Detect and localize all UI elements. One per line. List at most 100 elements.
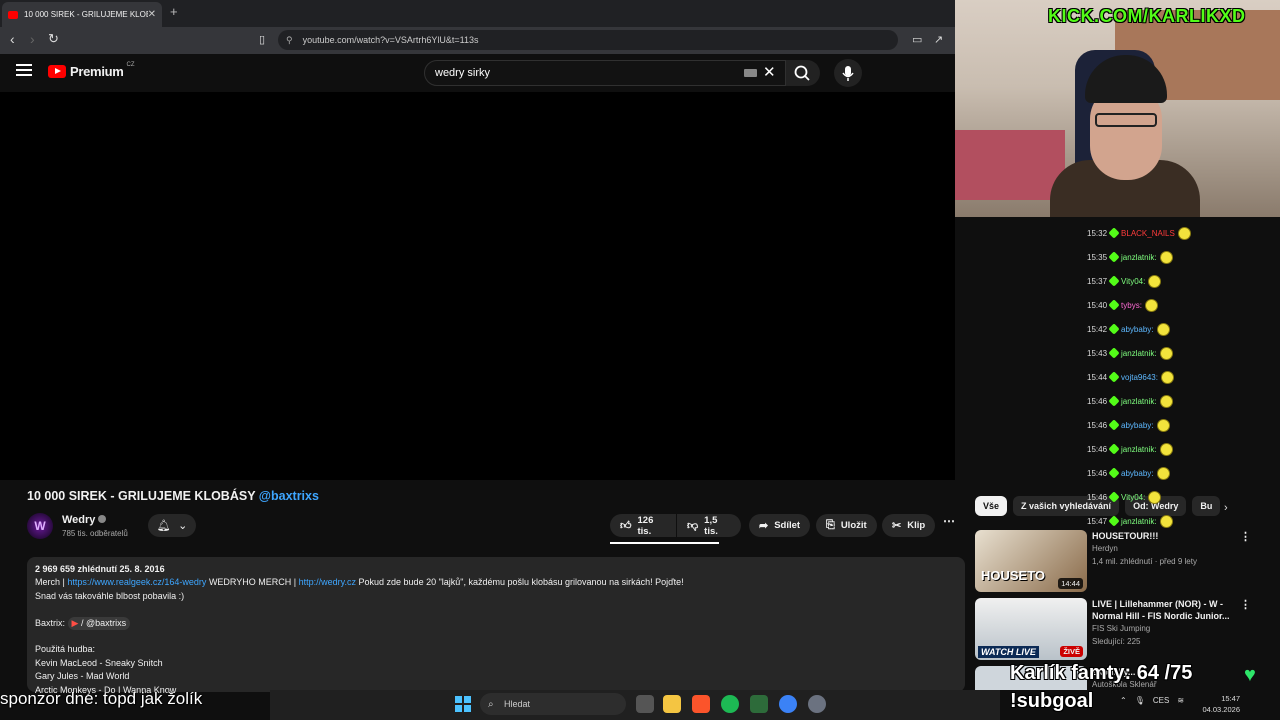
youtube-play-icon	[48, 65, 66, 78]
rec-menu-icon[interactable]: ⋮	[1240, 530, 1251, 594]
chat-message: 15:35 janzlatnik:	[1087, 250, 1173, 264]
desc-baxtrix: Baxtrix: ▶ / @baxtrixs	[35, 616, 957, 631]
browser-tab[interactable]: 10 000 SIREK - GRILUJEME KLOBÁ ✕	[2, 2, 162, 27]
chat-username: Vity04:	[1121, 276, 1146, 286]
kick-url-overlay: KICK.COM/KARLIKXD	[1048, 6, 1246, 26]
channel-avatar[interactable]: W	[27, 513, 53, 539]
taskbar-clock[interactable]: 15:47 04.03.2026	[1200, 693, 1240, 715]
file-explorer-icon[interactable]	[663, 695, 681, 713]
title-mention-link[interactable]: @baxtrixs	[259, 489, 319, 503]
site-info-icon[interactable]: ⚲	[286, 35, 293, 46]
like-button[interactable]: 👍︎ 126 tis.	[610, 514, 676, 537]
video-player[interactable]	[0, 92, 955, 480]
video-title-text: 10 000 SIREK - GRILUJEME KLOBÁSY	[27, 489, 256, 503]
app-icon[interactable]	[779, 695, 797, 713]
music-track-1: Kevin MacLeod - Sneaky Snitch	[35, 657, 163, 668]
voice-search-button[interactable]	[834, 59, 862, 87]
youtube-logo[interactable]: Premium CZ	[48, 62, 135, 79]
chat-badge-icon	[1108, 347, 1120, 359]
chat-username: janzlatnik:	[1121, 348, 1157, 358]
close-tab-icon[interactable]: ✕	[148, 9, 156, 20]
baxtrix-handle-link[interactable]: ▶ / @baxtrixs	[67, 616, 131, 631]
chip-more[interactable]: Bu	[1192, 496, 1221, 516]
more-actions-icon[interactable]: ⋯	[943, 514, 955, 528]
chat-time: 15:42	[1087, 324, 1108, 334]
app-icon[interactable]	[750, 695, 768, 713]
language-indicator[interactable]: CES	[1153, 696, 1169, 705]
video-thumbnail[interactable]: WATCH LIVE ŽIVĚ	[975, 598, 1087, 660]
back-icon[interactable]: ‹	[10, 31, 15, 47]
clip-button[interactable]: ✂ Klip	[882, 514, 936, 537]
like-count: 126 tis.	[637, 514, 654, 537]
webcam-overlay	[955, 0, 1280, 217]
chat-badge-icon	[1108, 443, 1120, 455]
chat-emote-icon	[1156, 466, 1170, 480]
thumbnail-text: HOUSETO	[981, 568, 1046, 583]
video-thumbnail[interactable]: HOUSETO 14:44	[975, 530, 1087, 592]
taskbar-search[interactable]: ⌕ Hledat	[480, 693, 626, 715]
merch-link[interactable]: https://www.realgeek.cz/164-wedry	[67, 577, 206, 587]
save-label: Uložit	[840, 520, 867, 531]
chat-badge-icon	[1108, 227, 1120, 239]
video-description[interactable]: 2 969 659 zhlédnutí 25. 8. 2016 Merch | …	[27, 557, 965, 695]
sponsor-overlay: sponzor dne: topd jak žolík	[0, 689, 203, 708]
bookmark-icon[interactable]: ▯	[259, 33, 265, 46]
chat-username: abybaby:	[1121, 468, 1154, 478]
task-view-icon[interactable]	[636, 695, 654, 713]
chat-emote-icon	[1177, 226, 1191, 240]
chevron-right-icon[interactable]: ›	[1224, 502, 1228, 514]
chat-emote-icon	[1159, 394, 1173, 408]
wifi-icon[interactable]: ≋	[1177, 696, 1184, 705]
search-button[interactable]	[786, 60, 820, 86]
chat-time: 15:46	[1087, 492, 1108, 502]
microphone-icon[interactable]: 🎙︎	[1135, 696, 1145, 705]
save-button[interactable]: ⎘ Uložit	[816, 514, 877, 537]
search-input[interactable]: wedry sirky	[424, 60, 786, 86]
share-button[interactable]: ➦ Sdílet	[749, 514, 811, 537]
website-link[interactable]: http://wedry.cz	[299, 577, 356, 587]
notification-bell-button[interactable]: 🔔︎ ⌄	[148, 514, 196, 537]
desc-tail: Pokud zde bude 20 "lajků", každému pošlu…	[358, 577, 684, 588]
thumbs-down-icon: 👎︎	[687, 520, 699, 532]
share-page-icon[interactable]: ↗	[934, 33, 943, 46]
bell-icon: 🔔︎	[156, 520, 171, 532]
recommended-video[interactable]: WATCH LIVE ŽIVĚ LIVE | Lillehammer (NOR)…	[975, 598, 1275, 662]
chat-emote-icon	[1159, 514, 1173, 528]
brave-browser-icon[interactable]	[692, 695, 710, 713]
windows-start-icon[interactable]	[455, 696, 471, 712]
clear-search-icon[interactable]: ✕	[763, 63, 776, 81]
dislike-button[interactable]: 👎︎ 1,5 tis.	[677, 514, 741, 537]
chat-message: 15:40 tybys:	[1087, 298, 1158, 312]
app-icon[interactable]	[808, 695, 826, 713]
rec-title: LIVE | Lillehammer (NOR) - W - Normal Hi…	[1092, 599, 1230, 621]
url-field[interactable]: ⚲ youtube.com/watch?v=VSArtrh6YlU&t=113s	[278, 30, 898, 50]
chat-time: 15:43	[1087, 348, 1108, 358]
chevron-up-icon[interactable]: ⌃	[1120, 696, 1127, 705]
rec-channel: Herdyn	[1092, 544, 1118, 553]
chat-emote-icon	[1160, 370, 1174, 384]
music-track-2: Gary Jules - Mad World	[35, 671, 130, 682]
spotify-icon[interactable]	[721, 695, 739, 713]
cast-icon[interactable]: ▭	[912, 33, 922, 46]
reload-icon[interactable]: ↻	[48, 31, 59, 47]
chat-badge-icon	[1108, 323, 1120, 335]
search-icon: ⌕	[488, 698, 494, 710]
chat-emote-icon	[1159, 346, 1173, 360]
chat-badge-icon	[1108, 251, 1120, 263]
live-badge: ŽIVĚ	[1060, 646, 1083, 657]
rec-menu-icon[interactable]: ⋮	[1240, 598, 1251, 662]
recommended-video[interactable]: HOUSETO 14:44 HOUSETOUR!!! Herdyn 1,4 mi…	[975, 530, 1275, 594]
desc-line-2: Snad vás takováhle blbost pobavila :)	[35, 590, 185, 601]
chat-emote-icon	[1159, 442, 1173, 456]
forward-icon[interactable]: ›	[30, 31, 35, 47]
channel-name[interactable]: Wedry	[62, 514, 107, 526]
tab-title: 10 000 SIREK - GRILUJEME KLOBÁ	[24, 10, 148, 19]
chat-username: janzlatnik:	[1121, 396, 1157, 406]
keyboard-icon[interactable]	[744, 69, 757, 77]
chevron-down-icon: ⌄	[178, 520, 188, 532]
new-tab-icon[interactable]: +	[170, 4, 178, 19]
logo-text: Premium	[70, 64, 124, 79]
chip-all[interactable]: Vše	[975, 496, 1008, 516]
chat-message: 15:46 Vity04:	[1087, 490, 1162, 504]
hamburger-menu-icon[interactable]	[16, 64, 32, 76]
